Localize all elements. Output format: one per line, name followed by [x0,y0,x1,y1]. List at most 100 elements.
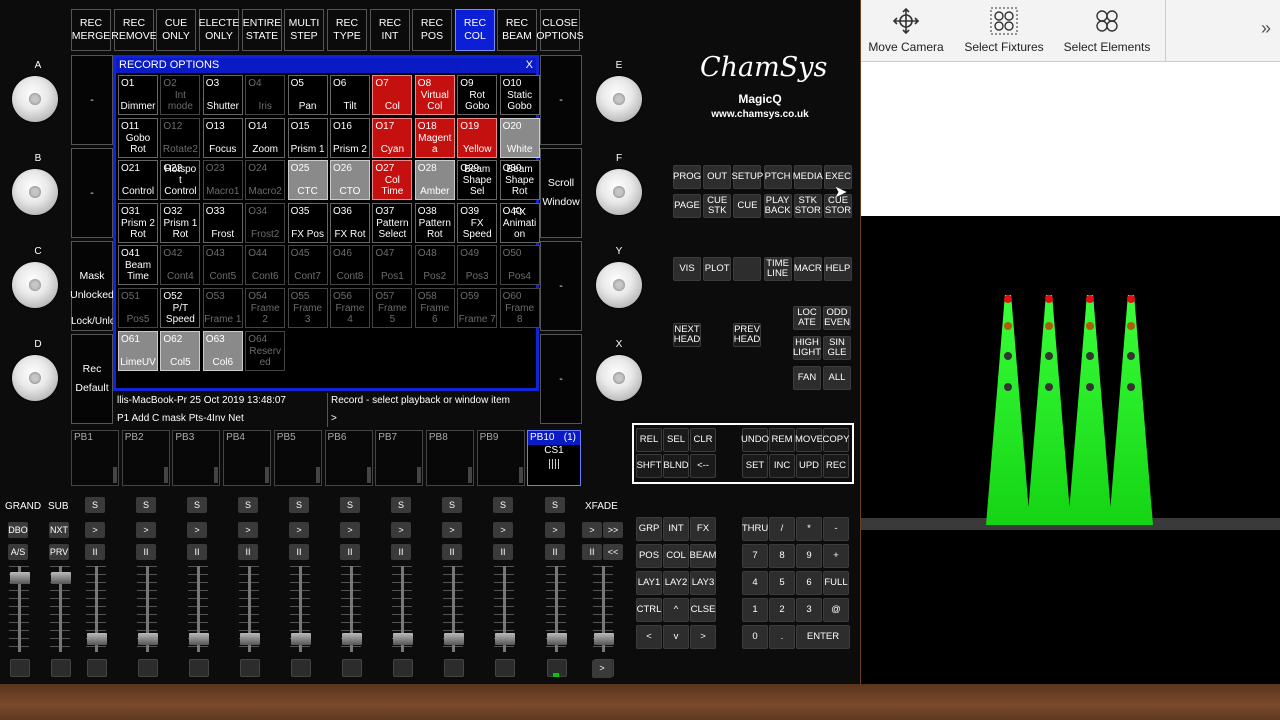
as-button[interactable]: A/S [8,544,28,560]
option-O24[interactable]: O24 Macro2 [245,160,286,201]
fader-6-s-button[interactable]: S [340,497,360,513]
playback-2[interactable]: PB2 [121,430,170,486]
option-O34[interactable]: O34 Frost2 [245,202,286,243]
fader-8-s-button[interactable]: S [442,497,462,513]
softkey-4[interactable]: ENTIRE STATE [242,9,282,51]
key-stkstor[interactable]: STK STOR [793,194,822,218]
key-2[interactable]: 2 [769,598,795,622]
fixture-2-head-4[interactable] [1045,383,1053,391]
playback-9[interactable]: PB9 [476,430,525,486]
option-O8[interactable]: O8 Virtual Col [414,75,455,115]
encoder-D-knob[interactable] [12,355,58,401]
fader-4-pause-button[interactable]: II [238,544,258,560]
option-O40[interactable]: O40 FX Animati on [499,202,540,243]
key-6[interactable]: 6 [796,571,822,595]
fader-10-s-button[interactable]: S [545,497,565,513]
option-O54[interactable]: O54 Frame 2 [245,288,286,328]
fader-7-s-button[interactable]: S [391,497,411,513]
option-O17[interactable]: O17 Cyan [372,117,413,158]
option-O1[interactable]: O1 Dimmer [118,75,158,115]
softkey-8[interactable]: REC POS [412,9,452,51]
key-single[interactable]: SIN GLE [823,336,851,360]
option-O38[interactable]: O38 Pattern Rot [414,202,455,243]
key--[interactable]: - [823,517,849,541]
option-O28[interactable]: O28 Amber [414,160,455,201]
fader-1-s-button[interactable]: S [85,497,105,513]
option-O14[interactable]: O14 Zoom [245,117,286,158]
nxt-button[interactable]: NXT [49,522,69,538]
right-softkey-1[interactable]: Scroll Window [540,148,582,238]
key-prog[interactable]: PROG [673,165,701,189]
select-fixtures-button[interactable]: Select Fixtures [957,0,1051,62]
option-O44[interactable]: O44 Cont6 [245,245,286,286]
fader-1-go-button[interactable]: > [85,522,105,538]
fader-2-handle[interactable] [51,572,71,584]
option-O39[interactable]: O39 FX Speed [457,202,498,243]
key-enter[interactable]: ENTER [796,625,850,649]
option-O36[interactable]: O36 FX Rot [330,202,370,243]
fader-8-flash-button[interactable] [342,659,362,677]
key-playback[interactable]: PLAY BACK [763,194,792,218]
key-1[interactable]: 1 [742,598,768,622]
option-O16[interactable]: O16 Prism 2 [330,117,370,158]
option-O10[interactable]: O10 Static Gobo [499,75,540,115]
fixture-2-head-2[interactable] [1045,322,1053,330]
softkey-10[interactable]: REC BEAM [497,9,537,51]
key-page[interactable]: PAGE [673,194,701,218]
key-+[interactable]: + [823,544,849,568]
option-O3[interactable]: O3 Shutter [202,75,243,115]
key-grp[interactable]: GRP [636,517,662,541]
key-3[interactable]: 3 [796,598,822,622]
playback-3[interactable]: PB3 [172,430,221,486]
key-oddeven[interactable]: ODD EVEN [823,306,851,330]
key-setup[interactable]: SETUP [732,165,763,189]
option-O51[interactable]: O51 Pos5 [118,288,158,328]
key-full[interactable]: FULL [823,571,849,595]
option-O4[interactable]: O4 Iris [245,75,286,115]
fader-1-pause-button[interactable]: II [85,544,105,560]
option-O15[interactable]: O15 Prism 1 [287,117,328,158]
option-O64[interactable]: O64 Reserv ed [245,330,286,371]
fixture-3-head-3[interactable] [1086,352,1094,360]
option-O57[interactable]: O57 Frame 5 [372,288,413,328]
option-O46[interactable]: O46 Cont8 [330,245,370,286]
key-locate[interactable]: LOC ATE [793,306,821,330]
option-O49[interactable]: O49 Pos3 [457,245,498,286]
option-O33[interactable]: O33 Frost [202,202,243,243]
key-timeline[interactable]: TIME LINE [763,257,792,281]
key-ptch[interactable]: PTCH [763,165,792,189]
key-lay1[interactable]: LAY1 [636,571,662,595]
fader-7-flash-button[interactable] [291,659,311,677]
key-prev-head[interactable]: PREV HEAD [733,323,761,347]
fader-5-s-button[interactable]: S [289,497,309,513]
key-4[interactable]: 4 [742,571,768,595]
fader-6-go-button[interactable]: > [340,522,360,538]
fader-9-pause-button[interactable]: II [493,544,513,560]
key-^[interactable]: ^ [663,598,689,622]
fader-4-flash-button[interactable] [138,659,158,677]
option-O52[interactable]: O52 P/T Speed [160,288,201,328]
xfade-pause-button[interactable]: II [582,544,602,560]
key-macr[interactable]: MACR [793,257,822,281]
fader-8-handle[interactable] [342,633,362,645]
fader-7-pause-button[interactable]: II [391,544,411,560]
key-cue[interactable]: CUE [733,194,762,218]
prv-button[interactable]: PRV [49,544,69,560]
option-O29[interactable]: O29 Beam Shape Sel [457,160,498,201]
xfade-fwd-button[interactable]: >> [603,522,623,538]
move-camera-button[interactable]: Move Camera [861,0,951,62]
fixture-3-head-1[interactable] [1086,295,1094,303]
encoder-B-knob[interactable] [12,169,58,215]
left-softkey-1[interactable]: - [71,148,113,238]
option-O43[interactable]: O43 Cont5 [202,245,243,286]
fixture-1-head-1[interactable] [1004,295,1012,303]
fader-10-flash-button[interactable] [444,659,464,677]
key-fan[interactable]: FAN [793,366,821,390]
playback-5[interactable]: PB5 [273,430,322,486]
fader-2-flash-button[interactable] [51,659,71,677]
fixture-4-head-4[interactable] [1127,383,1135,391]
option-O60[interactable]: O60 Frame 8 [499,288,540,328]
key-5[interactable]: 5 [769,571,795,595]
option-O56[interactable]: O56 Frame 4 [330,288,370,328]
fixture-4-head-2[interactable] [1127,322,1135,330]
